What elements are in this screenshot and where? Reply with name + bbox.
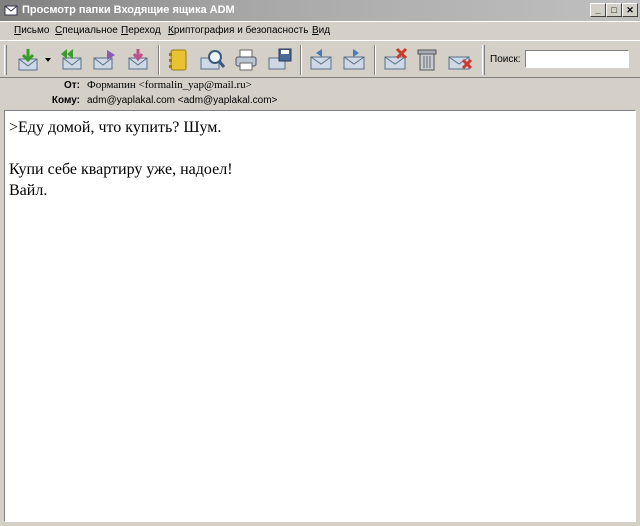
forward-icon xyxy=(93,50,115,70)
delete-icon xyxy=(384,47,408,70)
from-label: От: xyxy=(63,80,80,91)
to-value[interactable]: adm@yaplakal.com <adm@yaplakal.com> xyxy=(87,95,277,106)
toolbar: Поиск: xyxy=(0,40,640,78)
next-icon xyxy=(343,49,365,70)
not-spam-icon xyxy=(448,56,473,70)
minimize-button[interactable]: _ xyxy=(590,3,606,17)
save-button[interactable] xyxy=(266,46,294,74)
toolbar-grip[interactable] xyxy=(4,45,7,75)
maximize-button[interactable]: □ xyxy=(606,3,622,17)
toolbar-separator xyxy=(300,45,302,75)
toolbar-separator xyxy=(374,45,376,75)
send-button[interactable] xyxy=(124,46,152,74)
find-icon xyxy=(200,50,226,70)
get-mail-icon xyxy=(18,49,38,71)
find-button[interactable] xyxy=(198,46,226,74)
reply-all-button[interactable] xyxy=(57,46,85,74)
address-book-icon xyxy=(169,49,187,71)
trash-button[interactable] xyxy=(413,46,441,74)
message-header: От: Формапин <formalin_yap@mail.ru> Кому… xyxy=(4,78,636,110)
search-label: Поиск: xyxy=(490,54,521,65)
menu-cryptography[interactable]: Криптография и безопасность xyxy=(168,25,308,36)
not-spam-button[interactable] xyxy=(446,46,474,74)
menu-special[interactable]: Специальное xyxy=(55,25,118,36)
get-mail-dropdown-arrow[interactable] xyxy=(45,58,51,62)
menu-view[interactable]: Вид xyxy=(312,25,330,36)
toolbar-separator xyxy=(158,45,160,75)
from-value[interactable]: Формапин <formalin_yap@mail.ru> xyxy=(87,79,252,91)
menu-go[interactable]: Переход xyxy=(121,25,161,36)
window-title: Просмотр папки Входящие ящика ADM xyxy=(22,4,235,16)
to-label: Кому: xyxy=(51,95,80,106)
message-line: >Еду домой, что купить? Шум. xyxy=(9,119,222,136)
previous-icon xyxy=(310,49,332,70)
reply-all-icon xyxy=(61,49,82,70)
print-button[interactable] xyxy=(232,46,260,74)
toolbar-grip[interactable] xyxy=(482,45,485,75)
message-line: Вайл. xyxy=(9,182,48,199)
close-button[interactable]: ✕ xyxy=(622,3,638,17)
mail-app-icon xyxy=(4,5,18,16)
get-mail-button[interactable] xyxy=(14,46,42,74)
next-button[interactable] xyxy=(340,46,368,74)
message-line: Купи себе квартиру уже, надоел! xyxy=(9,161,233,178)
forward-button[interactable] xyxy=(90,46,118,74)
address-book-button[interactable] xyxy=(164,46,192,74)
send-icon xyxy=(128,49,148,70)
save-icon xyxy=(268,48,292,70)
title-bar[interactable]: Просмотр папки Входящие ящика ADM _ □ ✕ xyxy=(0,0,640,22)
message-body[interactable]: >Еду домой, что купить? Шум. Купи себе к… xyxy=(4,110,636,522)
menu-letter[interactable]: Письмо xyxy=(14,25,49,36)
print-icon xyxy=(235,49,257,71)
trash-icon xyxy=(417,49,437,71)
search-input[interactable] xyxy=(525,50,629,68)
menu-bar: Письмо Специальное Переход Криптография … xyxy=(0,22,640,40)
previous-button[interactable] xyxy=(307,46,335,74)
delete-button[interactable] xyxy=(381,46,409,74)
window-bottom-border xyxy=(0,522,640,526)
message-line xyxy=(9,138,631,159)
